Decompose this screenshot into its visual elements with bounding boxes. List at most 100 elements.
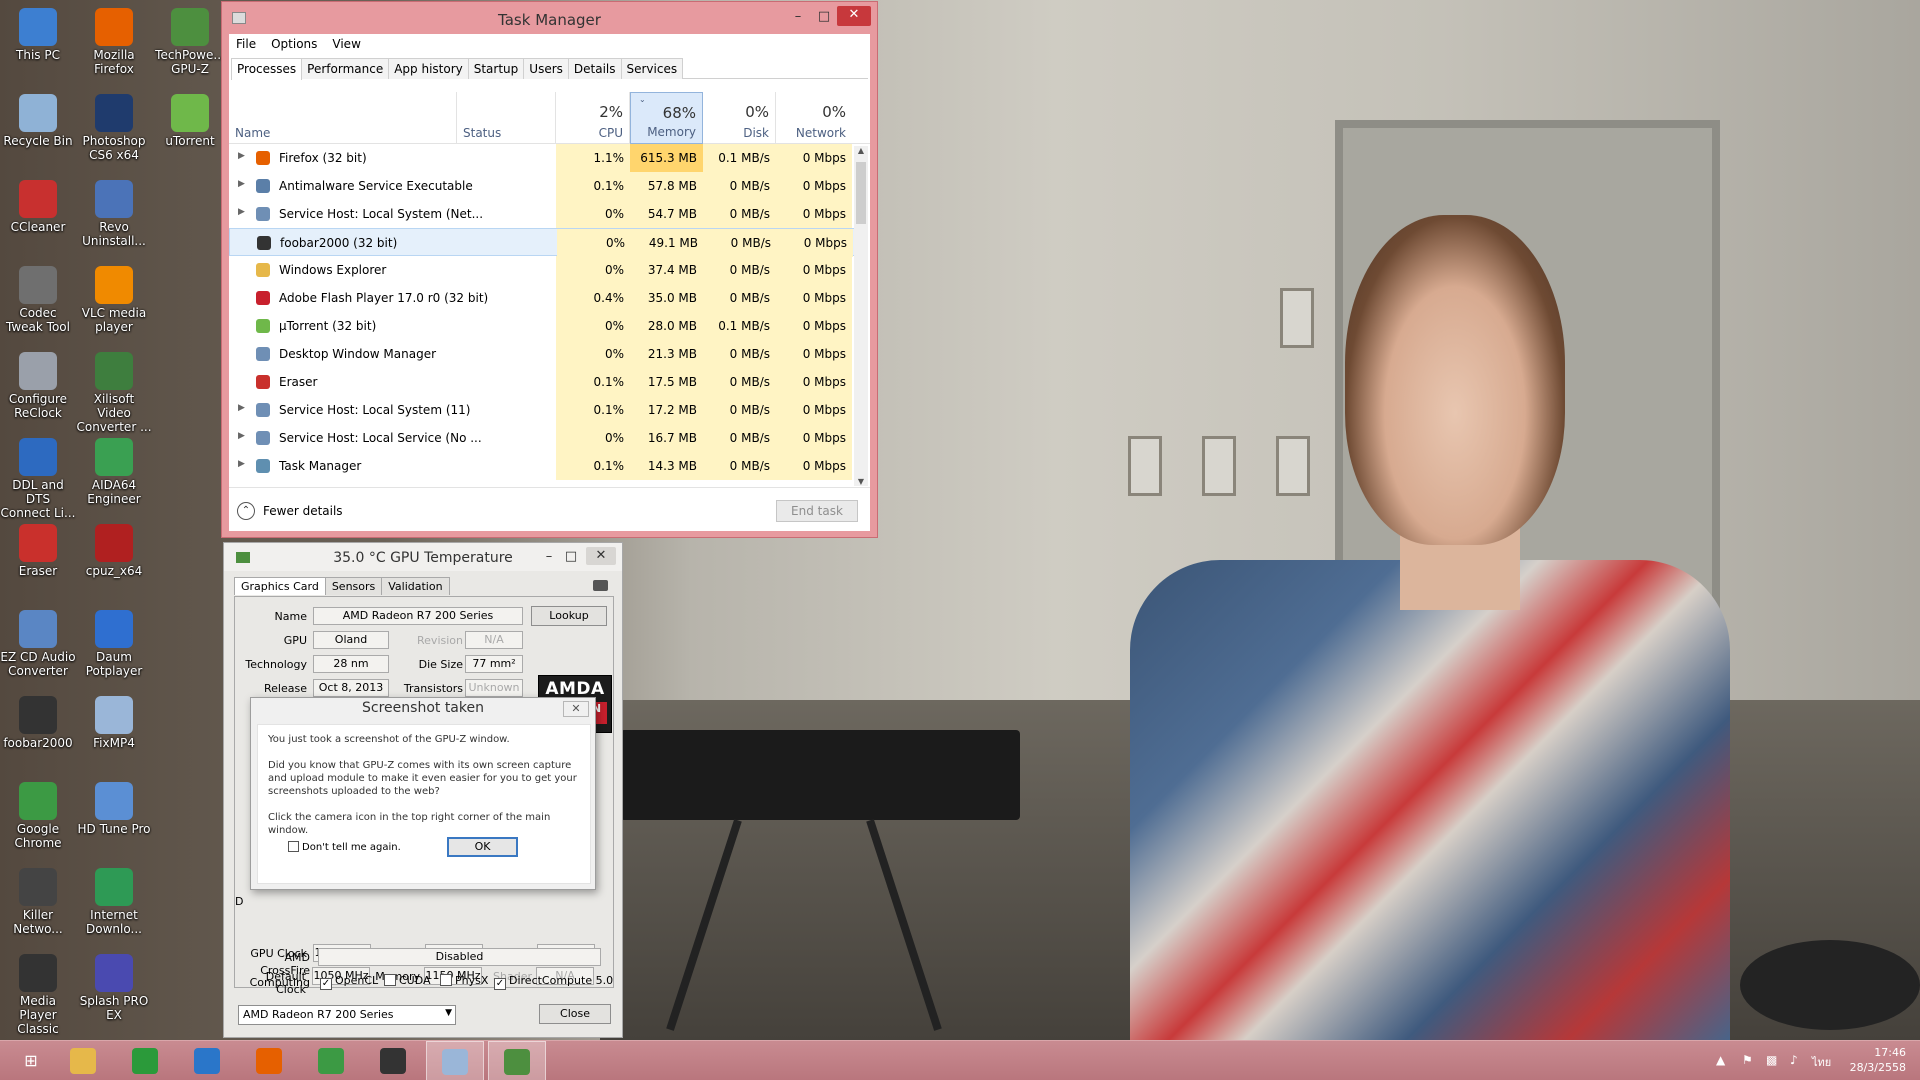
- table-row[interactable]: Adobe Flash Player 17.0 r0 (32 bit) 0.4% 3…: [229, 284, 861, 312]
- desktop-icon[interactable]: TechPowe... GPU-Z: [152, 4, 228, 84]
- expand-arrow-icon[interactable]: ▶: [238, 403, 245, 413]
- network-icon[interactable]: ▩: [1766, 1053, 1777, 1067]
- tab-startup[interactable]: Startup: [467, 58, 525, 79]
- card-select-dropdown[interactable]: AMD Radeon R7 200 Series ▼: [238, 1005, 456, 1025]
- expand-arrow-icon[interactable]: ▶: [238, 431, 245, 441]
- close-button[interactable]: ✕: [586, 547, 616, 565]
- table-row[interactable]: Desktop Window Manager 0% 21.3 MB 0 MB/s 0 M…: [229, 340, 861, 368]
- tab-performance[interactable]: Performance: [301, 58, 390, 79]
- computing-checkbox[interactable]: ✓ OpenCL: [320, 974, 378, 990]
- maximize-button[interactable]: □: [811, 8, 837, 28]
- taskbar-store[interactable]: [116, 1041, 174, 1080]
- maximize-button[interactable]: □: [558, 548, 584, 568]
- column-name[interactable]: Name: [229, 92, 457, 144]
- taskbar-start[interactable]: ⊞: [2, 1041, 60, 1080]
- checkbox-checked-icon[interactable]: ✓: [320, 978, 332, 990]
- checkbox-unchecked-icon[interactable]: [384, 974, 396, 986]
- chevron-up-icon[interactable]: ⌃: [237, 502, 255, 520]
- desktop-icon[interactable]: Xilisoft Video Converter ...: [76, 348, 152, 434]
- table-row[interactable]: foobar2000 (32 bit) 0% 49.1 MB 0 MB/s 0 Mbps: [229, 228, 861, 257]
- computing-checkbox[interactable]: PhysX: [440, 974, 488, 987]
- computing-checkbox[interactable]: ✓ DirectCompute 5.0: [494, 974, 613, 990]
- tab-details[interactable]: Details: [567, 58, 622, 79]
- desktop-icon[interactable]: Mozilla Firefox: [76, 4, 152, 84]
- table-row[interactable]: ▶ Service Host: Local Service (No ... 0% 16…: [229, 424, 861, 452]
- desktop-icon[interactable]: Google Chrome: [0, 778, 76, 858]
- desktop-icon[interactable]: This PC: [0, 4, 76, 84]
- column-network[interactable]: 0% Network: [776, 92, 852, 144]
- task-manager-window[interactable]: Task Manager – □ ✕ File Options View Pro…: [221, 1, 878, 538]
- desktop-icon[interactable]: Configure ReClock: [0, 348, 76, 428]
- scrollbar-thumb[interactable]: [856, 162, 866, 224]
- close-button[interactable]: ✕: [837, 6, 871, 26]
- desktop-icon[interactable]: Killer Netwo...: [0, 864, 76, 944]
- desktop-icon[interactable]: Internet Downlo...: [76, 864, 152, 944]
- table-row[interactable]: Windows Explorer 0% 37.4 MB 0 MB/s 0 Mbps: [229, 256, 861, 284]
- desktop-icon[interactable]: VLC media player: [76, 262, 152, 342]
- checkbox-checked-icon[interactable]: ✓: [494, 978, 506, 990]
- volume-icon[interactable]: ♪: [1790, 1053, 1798, 1067]
- menu-options[interactable]: Options: [264, 34, 325, 54]
- desktop-icon[interactable]: Daum Potplayer: [76, 606, 152, 686]
- taskbar-foobar[interactable]: [364, 1041, 422, 1080]
- desktop-icon[interactable]: FixMP4: [76, 692, 152, 772]
- column-memory[interactable]: ⌄ 68% Memory: [630, 92, 703, 144]
- fewer-details-link[interactable]: Fewer details: [263, 504, 343, 518]
- tab-processes[interactable]: Processes: [231, 58, 303, 80]
- flag-icon[interactable]: ⚑: [1742, 1053, 1753, 1067]
- tab-graphics-card[interactable]: Graphics Card: [234, 577, 326, 595]
- desktop-icon[interactable]: DDL and DTS Connect Li...: [0, 434, 76, 520]
- ok-button[interactable]: OK: [447, 837, 518, 857]
- desktop-icon[interactable]: Photoshop CS6 x64: [76, 90, 152, 170]
- scroll-up-icon[interactable]: ▲: [854, 146, 868, 155]
- table-row[interactable]: ▶ Antimalware Service Executable 0.1% 57.8 …: [229, 172, 861, 200]
- end-task-button[interactable]: End task: [776, 500, 858, 522]
- lookup-button[interactable]: Lookup: [531, 606, 607, 626]
- table-row[interactable]: ▶ Service Host: Local System (Net... 0% 54.…: [229, 200, 861, 228]
- taskbar-file-explorer[interactable]: [54, 1041, 112, 1080]
- column-status[interactable]: Status: [457, 92, 556, 144]
- tab-users[interactable]: Users: [523, 58, 569, 79]
- language-indicator[interactable]: ไทย: [1812, 1053, 1831, 1071]
- scroll-down-icon[interactable]: ▼: [854, 477, 868, 486]
- title-bar[interactable]: 35.0 °C GPU Temperature – □ ✕: [224, 543, 622, 571]
- desktop-icon[interactable]: Media Player Classic: [0, 950, 76, 1036]
- camera-icon[interactable]: [593, 580, 608, 591]
- taskbar-internet-explorer[interactable]: [178, 1041, 236, 1080]
- title-bar[interactable]: Task Manager – □ ✕: [222, 2, 877, 34]
- tab-validation[interactable]: Validation: [381, 577, 450, 595]
- table-row[interactable]: ▶ Service Host: Local System (11) 0.1% 17.2…: [229, 396, 861, 424]
- desktop-icon[interactable]: AIDA64 Engineer: [76, 434, 152, 514]
- clock[interactable]: 17:46 28/3/2558: [1836, 1045, 1906, 1075]
- expand-arrow-icon[interactable]: ▶: [238, 207, 245, 217]
- process-list-scrollbar[interactable]: ▲ ▼: [854, 146, 868, 486]
- desktop-icon[interactable]: CCleaner: [0, 176, 76, 256]
- desktop-icon[interactable]: Codec Tweak Tool: [0, 262, 76, 342]
- computing-checkbox[interactable]: CUDA: [384, 974, 431, 987]
- checkbox-box[interactable]: [288, 841, 299, 852]
- table-row[interactable]: ▶ Task Manager 0.1% 14.3 MB 0 MB/s 0 Mbps: [229, 452, 861, 480]
- column-disk[interactable]: 0% Disk: [703, 92, 776, 144]
- expand-arrow-icon[interactable]: ▶: [238, 151, 245, 161]
- taskbar-chrome[interactable]: [302, 1041, 360, 1080]
- process-list[interactable]: ▶ Firefox (32 bit) 1.1% 615.3 MB 0.1 MB/s 0 M…: [229, 144, 861, 487]
- table-row[interactable]: µTorrent (32 bit) 0% 28.0 MB 0.1 MB/s 0 Mbps: [229, 312, 861, 340]
- taskbar-task-manager[interactable]: [426, 1041, 484, 1080]
- checkbox-unchecked-icon[interactable]: [440, 974, 452, 986]
- desktop-icon[interactable]: foobar2000: [0, 692, 76, 772]
- tab-sensors[interactable]: Sensors: [324, 577, 383, 595]
- desktop-icon[interactable]: EZ CD Audio Converter: [0, 606, 76, 686]
- screenshot-dialog[interactable]: Screenshot taken ✕ You just took a scree…: [250, 697, 596, 890]
- desktop-icon[interactable]: Splash PRO EX: [76, 950, 152, 1030]
- desktop-icon[interactable]: HD Tune Pro: [76, 778, 152, 858]
- tab-app-history[interactable]: App history: [388, 58, 469, 79]
- taskbar-firefox[interactable]: [240, 1041, 298, 1080]
- desktop-icon[interactable]: cpuz_x64: [76, 520, 152, 600]
- expand-arrow-icon[interactable]: ▶: [238, 459, 245, 469]
- desktop-icon[interactable]: Eraser: [0, 520, 76, 600]
- dont-tell-checkbox[interactable]: Don't tell me again.: [288, 841, 401, 853]
- chevron-up-icon[interactable]: ▲: [1716, 1053, 1725, 1067]
- taskbar-gpuz[interactable]: [488, 1041, 546, 1080]
- expand-arrow-icon[interactable]: ▶: [238, 179, 245, 189]
- desktop-icon[interactable]: uTorrent: [152, 90, 228, 170]
